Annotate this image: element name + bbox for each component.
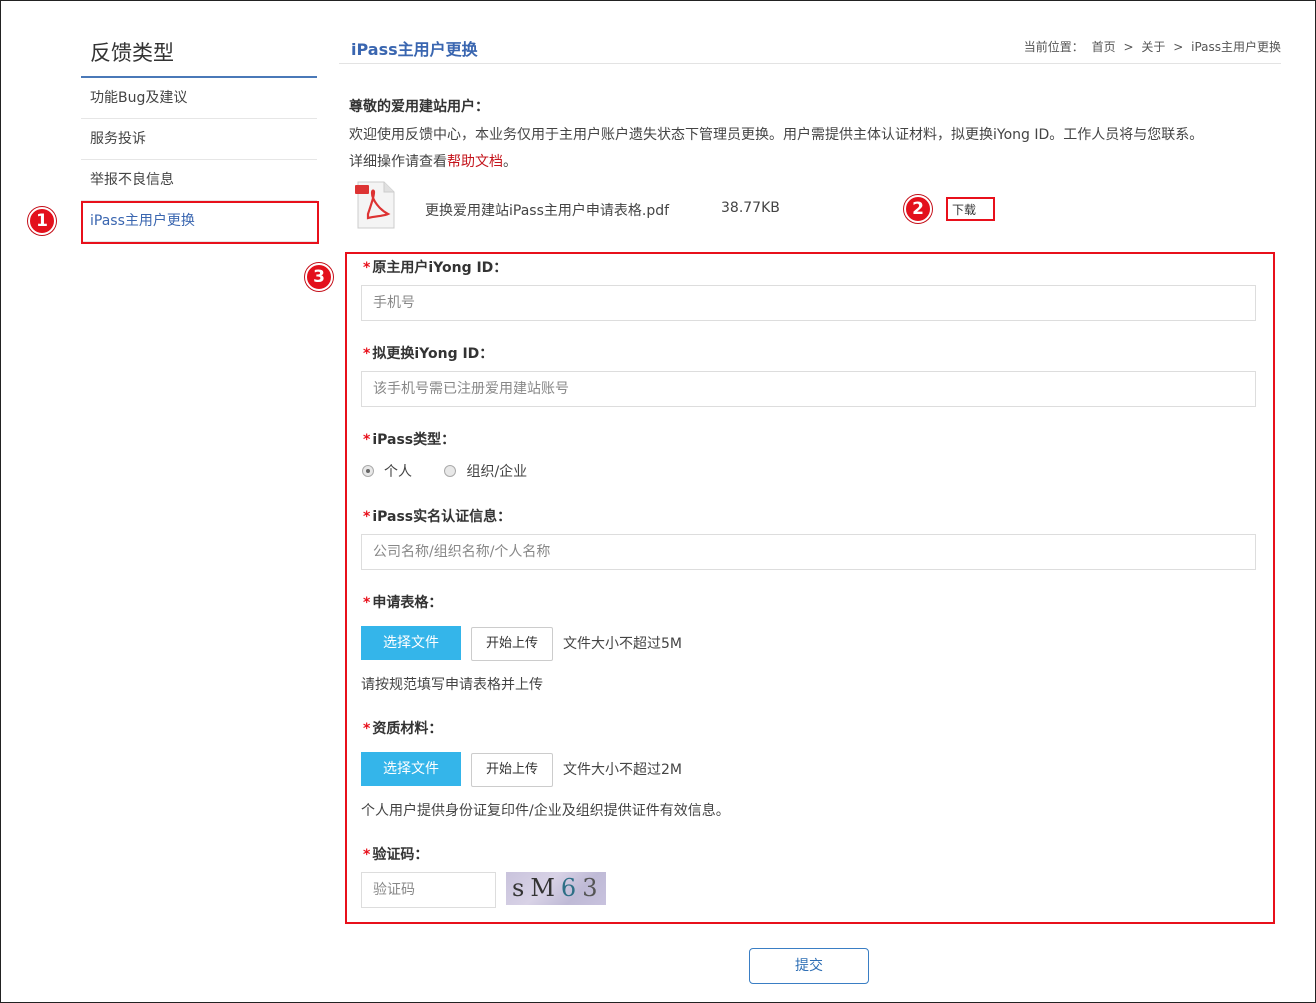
captcha-image[interactable]: sM63 xyxy=(506,872,606,905)
ipass-type-label: * iPass类型： xyxy=(363,432,456,448)
annotation-badge-3: 3 xyxy=(305,263,333,291)
application-form-label: * 申请表格： xyxy=(363,595,443,611)
captcha-char: s xyxy=(512,874,531,902)
sidebar-item-service-complaint[interactable]: 服务投诉 xyxy=(81,119,317,160)
radio-unchecked-icon[interactable] xyxy=(444,465,457,477)
greeting-text: 尊敬的爱用建站用户： xyxy=(349,99,489,115)
sidebar-title: 反馈类型 xyxy=(81,30,317,78)
annotation-badge-2: 2 xyxy=(904,195,932,223)
captcha-char: 3 xyxy=(582,874,604,902)
qualification-upload-button[interactable]: 开始上传 xyxy=(471,753,553,787)
chevron-right-icon: > xyxy=(1123,40,1134,54)
realname-input[interactable] xyxy=(361,534,1256,570)
chevron-right-icon: > xyxy=(1173,40,1184,54)
application-choose-file-button[interactable]: 选择文件 xyxy=(361,626,461,660)
sidebar-item-bug-suggestion[interactable]: 功能Bug及建议 xyxy=(81,78,317,119)
captcha-input[interactable] xyxy=(361,872,496,908)
attachment-file-size: 38.77KB xyxy=(721,200,780,216)
original-id-input[interactable] xyxy=(361,285,1256,321)
radio-organization[interactable]: 组织/企业 xyxy=(444,461,527,481)
radio-checked-icon[interactable] xyxy=(362,465,374,477)
new-id-label: * 拟更换iYong ID： xyxy=(363,346,494,362)
ipass-type-radio-group: 个人 组织/企业 xyxy=(362,461,555,481)
highlight-box-sidebar xyxy=(81,201,319,244)
submit-button[interactable]: 提交 xyxy=(749,948,869,984)
captcha-char: M xyxy=(530,874,561,902)
breadcrumb-about[interactable]: 关于 xyxy=(1141,40,1165,54)
page-title: iPass主用户更换 xyxy=(351,40,478,59)
radio-personal[interactable]: 个人 xyxy=(362,461,412,481)
main-header: iPass主用户更换 当前位置： 首页 > 关于 > iPass主用户更换 xyxy=(339,30,1281,64)
application-size-hint: 文件大小不超过5M xyxy=(563,636,682,652)
annotation-badge-1: 1 xyxy=(28,207,56,235)
captcha-label: * 验证码： xyxy=(363,847,429,863)
original-id-label: * 原主用户iYong ID： xyxy=(363,260,508,276)
breadcrumb-current: iPass主用户更换 xyxy=(1191,40,1281,54)
breadcrumb: 当前位置： 首页 > 关于 > iPass主用户更换 xyxy=(1020,38,1281,55)
breadcrumb-home[interactable]: 首页 xyxy=(1092,40,1116,54)
intro-line-1: 欢迎使用反馈中心，本业务仅用于主用户账户遗失状态下管理员更换。用户需提供主体认证… xyxy=(349,127,1204,143)
intro-text: 欢迎使用反馈中心，本业务仅用于主用户账户遗失状态下管理员更换。用户需提供主体认证… xyxy=(349,122,1279,176)
qualification-label: * 资质材料： xyxy=(363,721,443,737)
highlight-box-download xyxy=(946,197,995,221)
realname-label: * iPass实名认证信息： xyxy=(363,509,512,525)
breadcrumb-prefix: 当前位置： xyxy=(1023,40,1084,54)
new-id-input[interactable] xyxy=(361,371,1256,407)
qualification-size-hint: 文件大小不超过2M xyxy=(563,762,682,778)
qualification-note: 个人用户提供身份证复印件/企业及组织提供证件有效信息。 xyxy=(361,803,730,819)
main-content: iPass主用户更换 当前位置： 首页 > 关于 > iPass主用户更换 xyxy=(339,30,1281,64)
application-note: 请按规范填写申请表格并上传 xyxy=(361,677,543,693)
help-doc-link[interactable]: 帮助文档 xyxy=(447,154,503,170)
qualification-choose-file-button[interactable]: 选择文件 xyxy=(361,752,461,786)
intro-line-2: 详细操作请查看帮助文档。 xyxy=(349,154,517,170)
sidebar-item-report-content[interactable]: 举报不良信息 xyxy=(81,160,317,201)
captcha-char: 6 xyxy=(560,874,583,902)
application-upload-button[interactable]: 开始上传 xyxy=(471,627,553,661)
pdf-file-icon xyxy=(355,181,395,229)
attachment-file-name: 更换爱用建站iPass主用户申请表格.pdf xyxy=(425,203,670,219)
